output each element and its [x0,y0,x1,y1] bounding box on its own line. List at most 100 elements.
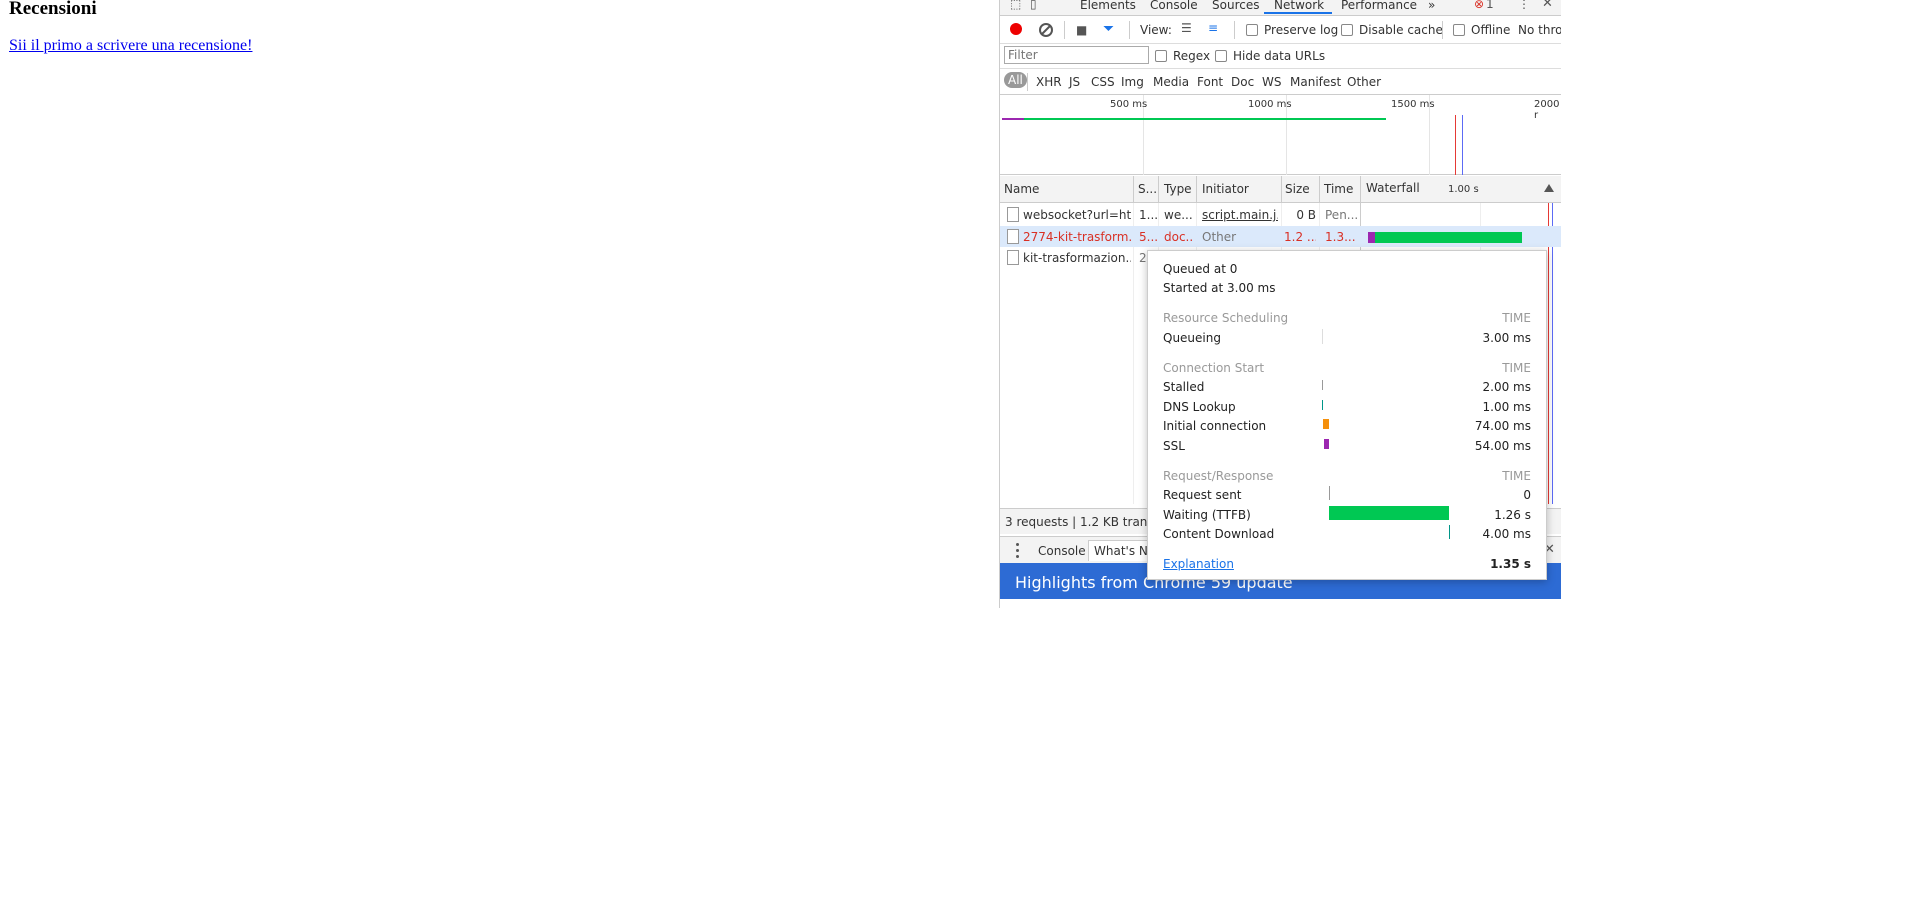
regex-label: Regex [1173,49,1211,63]
inspect-element-icon[interactable]: ⬚ [1010,0,1021,11]
hide-data-urls-checkbox[interactable] [1215,50,1227,62]
overview-ttfb-bar [1024,118,1386,120]
timing-label-content-download: Content Download [1163,527,1275,541]
table-row[interactable]: websocket?url=ht... 1... we... script.ma… [1000,204,1561,225]
active-tab-indicator [1264,12,1332,14]
column-size[interactable]: Size [1285,182,1310,196]
regex-checkbox[interactable] [1155,50,1167,62]
write-review-link[interactable]: Sii il primo a scrivere una recensione! [9,37,252,55]
large-rows-icon[interactable]: ☰ [1181,21,1192,35]
type-filter-manifest[interactable]: Manifest [1290,75,1341,89]
type-filter-media[interactable]: Media [1153,75,1189,89]
network-toolbar: ■ ⏷ View: ☰ ≡ Preserve log Disable cache… [1000,17,1561,44]
overview-tick: 500 ms [1110,99,1148,110]
type-filter-xhr[interactable]: XHR [1036,75,1062,89]
column-type[interactable]: Type [1164,182,1192,196]
tab-network[interactable]: Network [1274,0,1324,12]
column-time[interactable]: Time [1324,182,1353,196]
toolbar-separator [1129,21,1130,39]
request-initiator[interactable]: script.main.j... [1202,208,1278,222]
disable-cache-label: Disable cache [1359,23,1443,37]
throttling-select[interactable]: No thro [1518,23,1561,37]
request-time: Pen... [1325,208,1358,222]
column-waterfall[interactable]: Waterfall [1366,181,1420,195]
drawer-menu-icon[interactable] [1016,543,1019,559]
column-name[interactable]: Name [1004,182,1039,196]
type-filter-font[interactable]: Font [1197,75,1223,89]
type-filter-img[interactable]: Img [1121,75,1144,89]
sort-ascending-icon[interactable] [1544,184,1554,192]
offline-label: Offline [1471,23,1511,37]
timing-tooltip: Queued at 0 Started at 3.00 ms Resource … [1147,250,1547,580]
document-icon [1007,229,1019,244]
offline-checkbox[interactable] [1453,24,1465,36]
devtools-tabbar: ⬚ ▯ Elements Console Sources Network Per… [1000,0,1561,16]
type-separator [1027,73,1028,91]
ssl-bar [1324,439,1329,449]
clear-icon[interactable] [1039,23,1053,37]
filter-funnel-icon[interactable]: ⏷ [1103,21,1114,37]
section-title: Request/Response [1163,469,1274,483]
filter-row: Regex Hide data URLs [1000,44,1561,69]
document-icon [1007,250,1019,265]
drawer-tab-console[interactable]: Console [1038,544,1086,558]
content-download-bar [1449,525,1450,539]
timing-value-queueing: 3.00 ms [1482,331,1531,345]
toolbar-separator [1234,21,1235,39]
load-event-line [1455,115,1456,175]
timing-label-dns: DNS Lookup [1163,400,1236,414]
table-row[interactable]: 2774-kit-trasform... 5... doc... Other 1… [1000,226,1561,247]
toolbar-separator [1064,21,1065,39]
overview-tick: 1500 ms [1391,99,1435,110]
preserve-log-checkbox[interactable] [1246,24,1258,36]
dns-lookup-bar [1322,400,1323,410]
queueing-bar [1322,329,1323,344]
record-icon[interactable] [1010,23,1022,35]
type-filter-js[interactable]: JS [1069,75,1080,89]
tab-elements[interactable]: Elements [1080,0,1136,12]
section-title: Connection Start [1163,361,1265,375]
type-filter-doc[interactable]: Doc [1231,75,1254,89]
timing-label-stalled: Stalled [1163,380,1205,394]
explanation-link[interactable]: Explanation [1163,557,1234,571]
tab-sources[interactable]: Sources [1212,0,1259,12]
document-icon [1007,207,1019,222]
timing-label-ttfb: Waiting (TTFB) [1163,508,1251,522]
ttfb-bar [1329,506,1449,520]
type-filter-css[interactable]: CSS [1091,75,1115,89]
more-tabs-button[interactable]: » [1428,0,1435,12]
timing-label-request-sent: Request sent [1163,488,1242,502]
error-x-icon[interactable]: ⊗ [1474,0,1484,11]
column-initiator[interactable]: Initiator [1202,182,1249,196]
type-filter-ws[interactable]: WS [1262,75,1281,89]
timeline-overview[interactable]: 500 ms 1000 ms 1500 ms 2000 r [1000,95,1561,175]
request-name: 2774-kit-trasform... [1023,230,1131,244]
type-filter-other[interactable]: Other [1347,75,1381,89]
type-filter-all[interactable]: All [1004,72,1027,88]
time-header: TIME [1502,311,1531,325]
waterfall-tick: 1.00 s [1448,184,1479,195]
tab-performance[interactable]: Performance [1341,0,1417,12]
request-sent-bar [1329,486,1330,500]
column-status[interactable]: S... [1138,182,1157,196]
resource-type-filters: All XHR JS CSS Img Media Font Doc WS Man… [1000,69,1561,95]
tab-console[interactable]: Console [1150,0,1198,12]
timing-label-ssl: SSL [1163,439,1185,453]
waterfall-ttfb-segment [1375,232,1522,243]
device-toolbar-icon[interactable]: ▯ [1030,0,1037,11]
screenshot-camera-icon[interactable]: ■ [1076,23,1087,37]
request-type: doc... [1164,230,1194,244]
overview-icon[interactable]: ≡ [1208,21,1218,35]
requests-table-header: Name S... Type Initiator Size Time Water… [1000,176,1561,203]
filter-input[interactable] [1004,46,1149,64]
started-at: Started at 3.00 ms [1163,281,1276,295]
initial-connection-bar [1323,419,1329,429]
error-count[interactable]: 1 [1486,0,1494,11]
timing-value-request-sent: 0 [1523,488,1531,502]
time-header: TIME [1502,361,1531,375]
view-label: View: [1140,23,1172,37]
disable-cache-checkbox[interactable] [1341,24,1353,36]
kebab-icon[interactable]: ⋮ [1518,0,1530,11]
close-devtools-icon[interactable]: ✕ [1542,0,1553,11]
request-status: 5... [1139,230,1157,244]
